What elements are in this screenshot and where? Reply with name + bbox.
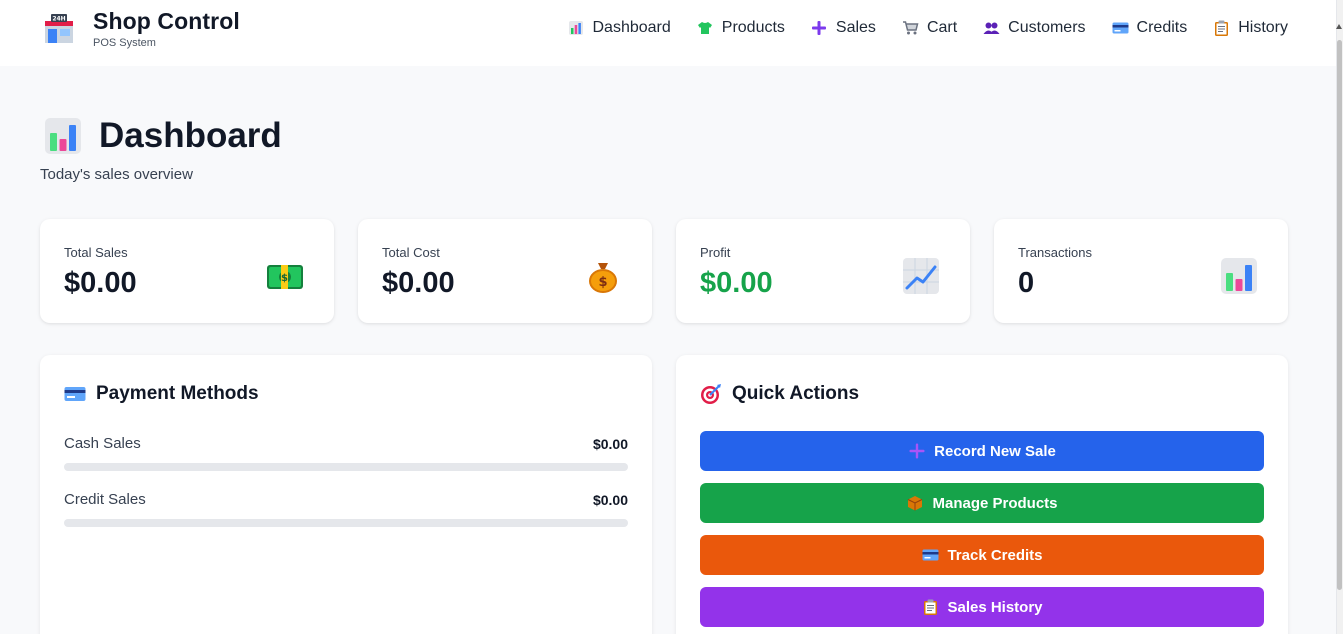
stat-label: Total Sales — [64, 245, 128, 260]
store-24h-icon: 24H — [42, 13, 76, 47]
main-nav: Dashboard Products Sales Cart Customers — [541, 16, 1288, 40]
users-icon — [983, 20, 1000, 37]
page-title-text: Dashboard — [99, 116, 282, 155]
panel-title-text: Quick Actions — [732, 383, 860, 404]
nav-cart[interactable]: Cart — [902, 16, 957, 40]
button-label: Manage Products — [932, 494, 1058, 512]
panel-title: Quick Actions — [700, 383, 859, 405]
stat-label: Profit — [700, 245, 731, 260]
manage-products-button[interactable]: Manage Products — [700, 483, 1264, 523]
money-bag-icon: $ — [584, 257, 622, 295]
money-bill-icon: $ — [266, 257, 304, 295]
progress-bar — [64, 463, 628, 471]
nav-credits[interactable]: Credits — [1112, 16, 1188, 40]
quick-actions-panel: Quick Actions Record New Sale Manage Pro… — [676, 355, 1288, 634]
nav-products[interactable]: Products — [697, 16, 785, 40]
button-label: Track Credits — [947, 546, 1043, 564]
progress-bar — [64, 519, 628, 527]
stat-label: Transactions — [1018, 245, 1092, 260]
bar-chart-icon — [1220, 257, 1258, 295]
brand[interactable]: 24H Shop Control POS System — [42, 9, 240, 49]
payment-methods-panel: Payment Methods Cash Sales $0.00 Credit … — [40, 355, 652, 634]
nav-sales[interactable]: Sales — [811, 16, 876, 40]
plus-icon — [811, 20, 828, 37]
page-subtitle: Today's sales overview — [40, 166, 193, 183]
nav-label: History — [1238, 19, 1288, 36]
nav-label: Customers — [1008, 19, 1086, 36]
stat-value: $0.00 — [382, 267, 455, 299]
row-label: Credit Sales — [64, 491, 146, 508]
sales-history-button[interactable]: Sales History — [700, 587, 1264, 627]
button-label: Record New Sale — [934, 442, 1056, 460]
stat-value: $0.00 — [64, 267, 137, 299]
nav-label: Credits — [1136, 19, 1188, 36]
credit-card-icon — [64, 383, 86, 405]
plus-icon — [908, 442, 926, 460]
bar-chart-icon — [567, 20, 584, 37]
bar-chart-icon — [44, 117, 82, 155]
row-label: Cash Sales — [64, 435, 141, 452]
clipboard-icon — [921, 598, 939, 616]
track-credits-button[interactable]: Track Credits — [700, 535, 1264, 575]
scroll-thumb[interactable] — [1337, 40, 1342, 590]
button-label: Sales History — [947, 598, 1043, 616]
credit-card-icon — [921, 546, 939, 564]
clipboard-icon — [1213, 20, 1230, 37]
stat-card-transactions: Transactions 0 — [994, 219, 1288, 323]
svg-text:24H: 24H — [52, 16, 65, 23]
row-value: $0.00 — [592, 436, 628, 452]
stat-value: 0 — [1018, 267, 1035, 299]
trend-up-icon — [902, 257, 940, 295]
page-scrollbar[interactable] — [1336, 0, 1343, 634]
nav-label: Products — [721, 19, 785, 36]
stat-label: Total Cost — [382, 245, 440, 260]
cart-icon — [902, 20, 919, 37]
svg-text:$: $ — [598, 275, 607, 290]
top-header: 24H Shop Control POS System Dashboard Pr… — [0, 0, 1336, 66]
scroll-up-icon[interactable] — [1336, 24, 1342, 29]
shirt-icon — [697, 20, 714, 37]
app-title: Shop Control — [93, 8, 240, 34]
stat-card-total-sales: Total Sales $0.00 $ — [40, 219, 334, 323]
app-subtitle: POS System — [93, 37, 156, 49]
nav-label: Cart — [926, 19, 958, 36]
nav-label: Sales — [835, 19, 876, 36]
nav-history[interactable]: History — [1213, 16, 1288, 40]
credit-card-icon — [1112, 20, 1129, 37]
stat-value: $0.00 — [700, 267, 773, 299]
nav-dashboard[interactable]: Dashboard — [567, 16, 671, 40]
row-value: $0.00 — [592, 492, 628, 508]
package-icon — [906, 494, 924, 512]
nav-customers[interactable]: Customers — [983, 16, 1086, 40]
target-icon — [700, 383, 722, 405]
stat-card-total-cost: Total Cost $0.00 $ — [358, 219, 652, 323]
page-title: Dashboard — [44, 116, 282, 156]
panel-title: Payment Methods — [64, 383, 259, 405]
panel-title-text: Payment Methods — [96, 383, 259, 404]
record-new-sale-button[interactable]: Record New Sale — [700, 431, 1264, 471]
svg-text:$: $ — [281, 273, 288, 284]
nav-label: Dashboard — [592, 19, 671, 36]
stat-card-profit: Profit $0.00 — [676, 219, 970, 323]
